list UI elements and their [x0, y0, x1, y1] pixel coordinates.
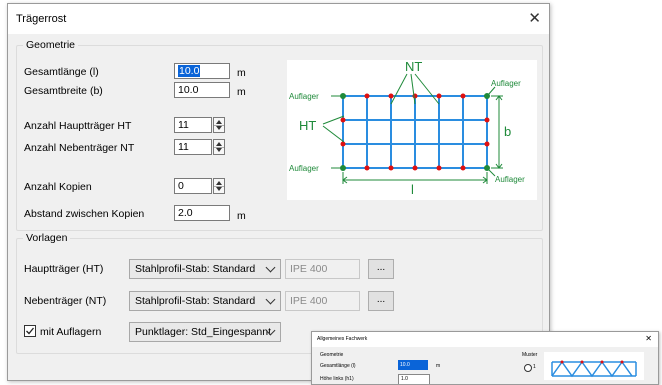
- b-label: b: [504, 124, 511, 139]
- sec-template-value: Stahlprofil-Stab: Standard: [135, 295, 256, 307]
- inset-title: Allgemeines Fachwerk: [317, 336, 368, 342]
- main-count-input[interactable]: 11: [174, 117, 212, 133]
- width-value: 10.0: [178, 84, 199, 96]
- length-value: 10.0: [178, 65, 201, 77]
- inset-truss-icon: [544, 352, 644, 380]
- inset-length-label: Gesamtlänge (l): [320, 363, 356, 369]
- support-label-bl: Auflager: [289, 164, 319, 173]
- geometry-legend: Geometrie: [26, 39, 76, 51]
- support-label-tr: Auflager: [491, 79, 521, 88]
- inset-option-label: 1: [533, 364, 536, 370]
- spacing-input[interactable]: 2.0: [174, 205, 230, 221]
- main-profile-browse-button[interactable]: ...: [368, 259, 394, 279]
- node-dot: [340, 141, 346, 147]
- ht-label: HT: [299, 118, 316, 133]
- inset-close-icon[interactable]: ✕: [645, 334, 652, 343]
- copies-label: Anzahl Kopien: [24, 181, 92, 193]
- copies-input[interactable]: 0: [174, 178, 212, 194]
- copies-value: 0: [178, 180, 184, 192]
- width-input[interactable]: 10.0: [174, 82, 230, 98]
- main-profile-value: IPE 400: [290, 263, 328, 275]
- sec-template-combo[interactable]: Stahlprofil-Stab: Standard: [129, 291, 281, 311]
- node-dot: [436, 93, 442, 99]
- copies-spinner[interactable]: [213, 178, 225, 194]
- inset-height-input[interactable]: 1.0: [398, 374, 430, 384]
- inset-pattern-label: Muster: [522, 352, 538, 358]
- main-template-label: Hauptträger (HT): [24, 263, 104, 275]
- inset-height-value: 1.0: [401, 376, 408, 382]
- main-count-spinner[interactable]: [213, 117, 225, 133]
- sec-count-input[interactable]: 11: [174, 139, 212, 155]
- close-icon[interactable]: ✕: [528, 9, 541, 27]
- sec-count-value: 11: [178, 141, 189, 153]
- node-dot: [340, 117, 346, 123]
- inset-legend: Geometrie: [320, 352, 344, 358]
- grillage-svg: NT HT b l Auflager Auflager Auflager Auf…: [289, 59, 525, 197]
- main-count-value: 11: [178, 119, 189, 131]
- dialog-window: Trägerrost ✕ Geometrie Gesamtlänge (l) 1…: [7, 3, 550, 381]
- length-input[interactable]: 10.0: [174, 63, 230, 79]
- main-template-combo[interactable]: Stahlprofil-Stab: Standard: [129, 259, 281, 279]
- title-bar: Trägerrost ✕: [8, 4, 549, 34]
- main-profile-field: IPE 400: [285, 259, 360, 279]
- grillage-diagram: NT HT b l Auflager Auflager Auflager Auf…: [287, 59, 537, 200]
- main-count-label: Anzahl Hauptträger HT: [24, 120, 132, 132]
- supports-label: mit Auflagern: [40, 326, 102, 338]
- sec-profile-browse-button[interactable]: ...: [368, 291, 394, 311]
- l-label: l: [411, 182, 414, 197]
- width-unit: m: [237, 86, 246, 98]
- support-label-br: Auflager: [495, 175, 525, 184]
- node-dot: [436, 165, 442, 171]
- checkmark-icon: [26, 327, 35, 335]
- dialog-title: Trägerrost: [16, 13, 67, 25]
- length-label: Gesamtlänge (l): [24, 66, 99, 78]
- inset-length-unit: m: [436, 363, 441, 369]
- chevron-down-icon: [265, 262, 276, 273]
- sec-template-label: Nebenträger (NT): [24, 295, 107, 307]
- node-dot: [484, 117, 490, 123]
- sec-profile-field: IPE 400: [285, 291, 360, 311]
- nt-label: NT: [405, 60, 422, 74]
- node-dot: [460, 165, 466, 171]
- inset-radio[interactable]: [524, 364, 532, 372]
- truss-dialog-preview: Allgemeines Fachwerk ✕ Geometrie Gesamtl…: [311, 331, 659, 385]
- support-label-tl: Auflager: [289, 92, 319, 101]
- supports-value: Punktlager: Std_Eingespannt: [135, 326, 272, 338]
- beam-grid: [342, 95, 488, 169]
- node-dot: [364, 165, 370, 171]
- sec-profile-value: IPE 400: [290, 295, 328, 307]
- width-label: Gesamtbreite (b): [24, 85, 103, 97]
- node-dot: [484, 141, 490, 147]
- inset-length-value: 10.0: [400, 362, 410, 368]
- node-dot: [388, 165, 394, 171]
- node-dot: [388, 93, 394, 99]
- node-dot: [412, 165, 418, 171]
- sec-count-label: Anzahl Nebenträger NT: [24, 142, 135, 154]
- chevron-down-icon: [265, 294, 276, 305]
- spacing-label: Abstand zwischen Kopien: [24, 208, 145, 220]
- length-unit: m: [237, 67, 246, 79]
- spacing-unit: m: [237, 210, 246, 222]
- inset-length-input[interactable]: 10.0: [398, 360, 428, 370]
- inset-height-label: Höhe links (h1): [320, 376, 354, 382]
- templates-legend: Vorlagen: [26, 232, 68, 244]
- node-dot: [364, 93, 370, 99]
- inset-title-bar: Allgemeines Fachwerk ✕: [312, 332, 658, 347]
- node-dot: [460, 93, 466, 99]
- spacing-value: 2.0: [178, 207, 193, 219]
- main-template-value: Stahlprofil-Stab: Standard: [135, 263, 256, 275]
- supports-checkbox[interactable]: [24, 325, 36, 337]
- supports-combo[interactable]: Punktlager: Std_Eingespannt: [129, 322, 281, 342]
- sec-count-spinner[interactable]: [213, 139, 225, 155]
